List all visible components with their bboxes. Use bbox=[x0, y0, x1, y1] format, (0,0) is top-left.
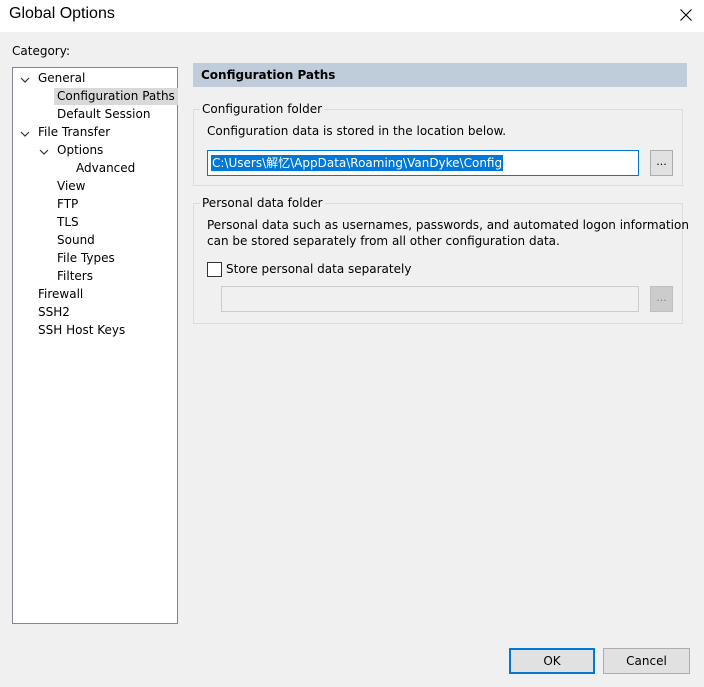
chevron-down-icon[interactable] bbox=[39, 147, 49, 157]
personal-data-description-line2: can be stored separately from all other … bbox=[207, 234, 560, 248]
category-label: Category: bbox=[12, 44, 70, 58]
tree-item-sound[interactable]: Sound bbox=[54, 232, 98, 249]
tree-item-advanced[interactable]: Advanced bbox=[73, 160, 138, 177]
close-icon bbox=[680, 9, 692, 21]
tree-item-configuration-paths[interactable]: Configuration Paths bbox=[54, 88, 178, 105]
configuration-path-input[interactable]: C:\Users\解忆\AppData\Roaming\VanDyke\Conf… bbox=[207, 150, 639, 176]
personal-data-path-input bbox=[221, 286, 639, 312]
configuration-folder-title: Configuration folder bbox=[200, 102, 325, 116]
ok-button[interactable]: OK bbox=[509, 648, 595, 674]
tree-item-file-types[interactable]: File Types bbox=[54, 250, 118, 267]
cancel-button[interactable]: Cancel bbox=[603, 648, 690, 674]
configuration-browse-button[interactable]: ... bbox=[650, 150, 673, 176]
tree-item-general[interactable]: General bbox=[35, 70, 88, 87]
window-title: Global Options bbox=[9, 5, 115, 22]
close-button[interactable] bbox=[668, 0, 704, 30]
configuration-path-value: C:\Users\解忆\AppData\Roaming\VanDyke\Conf… bbox=[211, 155, 504, 171]
category-tree[interactable]: General Configuration Paths Default Sess… bbox=[12, 67, 178, 624]
tree-item-default-session[interactable]: Default Session bbox=[54, 106, 153, 123]
title-bar: Global Options bbox=[0, 0, 704, 32]
tree-item-ssh-host-keys[interactable]: SSH Host Keys bbox=[35, 322, 128, 339]
tree-item-file-transfer[interactable]: File Transfer bbox=[35, 124, 113, 141]
tree-item-ftp[interactable]: FTP bbox=[54, 196, 81, 213]
tree-item-ssh2[interactable]: SSH2 bbox=[35, 304, 73, 321]
panel-header: Configuration Paths bbox=[193, 63, 687, 87]
personal-data-folder-title: Personal data folder bbox=[200, 196, 325, 210]
store-personal-data-checkbox[interactable] bbox=[207, 262, 222, 277]
tree-item-view[interactable]: View bbox=[54, 178, 88, 195]
personal-data-description-line1: Personal data such as usernames, passwor… bbox=[207, 218, 689, 232]
tree-item-filters[interactable]: Filters bbox=[54, 268, 96, 285]
store-personal-data-label[interactable]: Store personal data separately bbox=[226, 262, 411, 276]
personal-data-browse-button: ... bbox=[650, 286, 673, 312]
configuration-folder-description: Configuration data is stored in the loca… bbox=[207, 124, 507, 138]
tree-item-firewall[interactable]: Firewall bbox=[35, 286, 86, 303]
chevron-down-icon[interactable] bbox=[20, 129, 30, 139]
tree-item-options[interactable]: Options bbox=[54, 142, 106, 159]
tree-item-tls[interactable]: TLS bbox=[54, 214, 82, 231]
chevron-down-icon[interactable] bbox=[20, 75, 30, 85]
